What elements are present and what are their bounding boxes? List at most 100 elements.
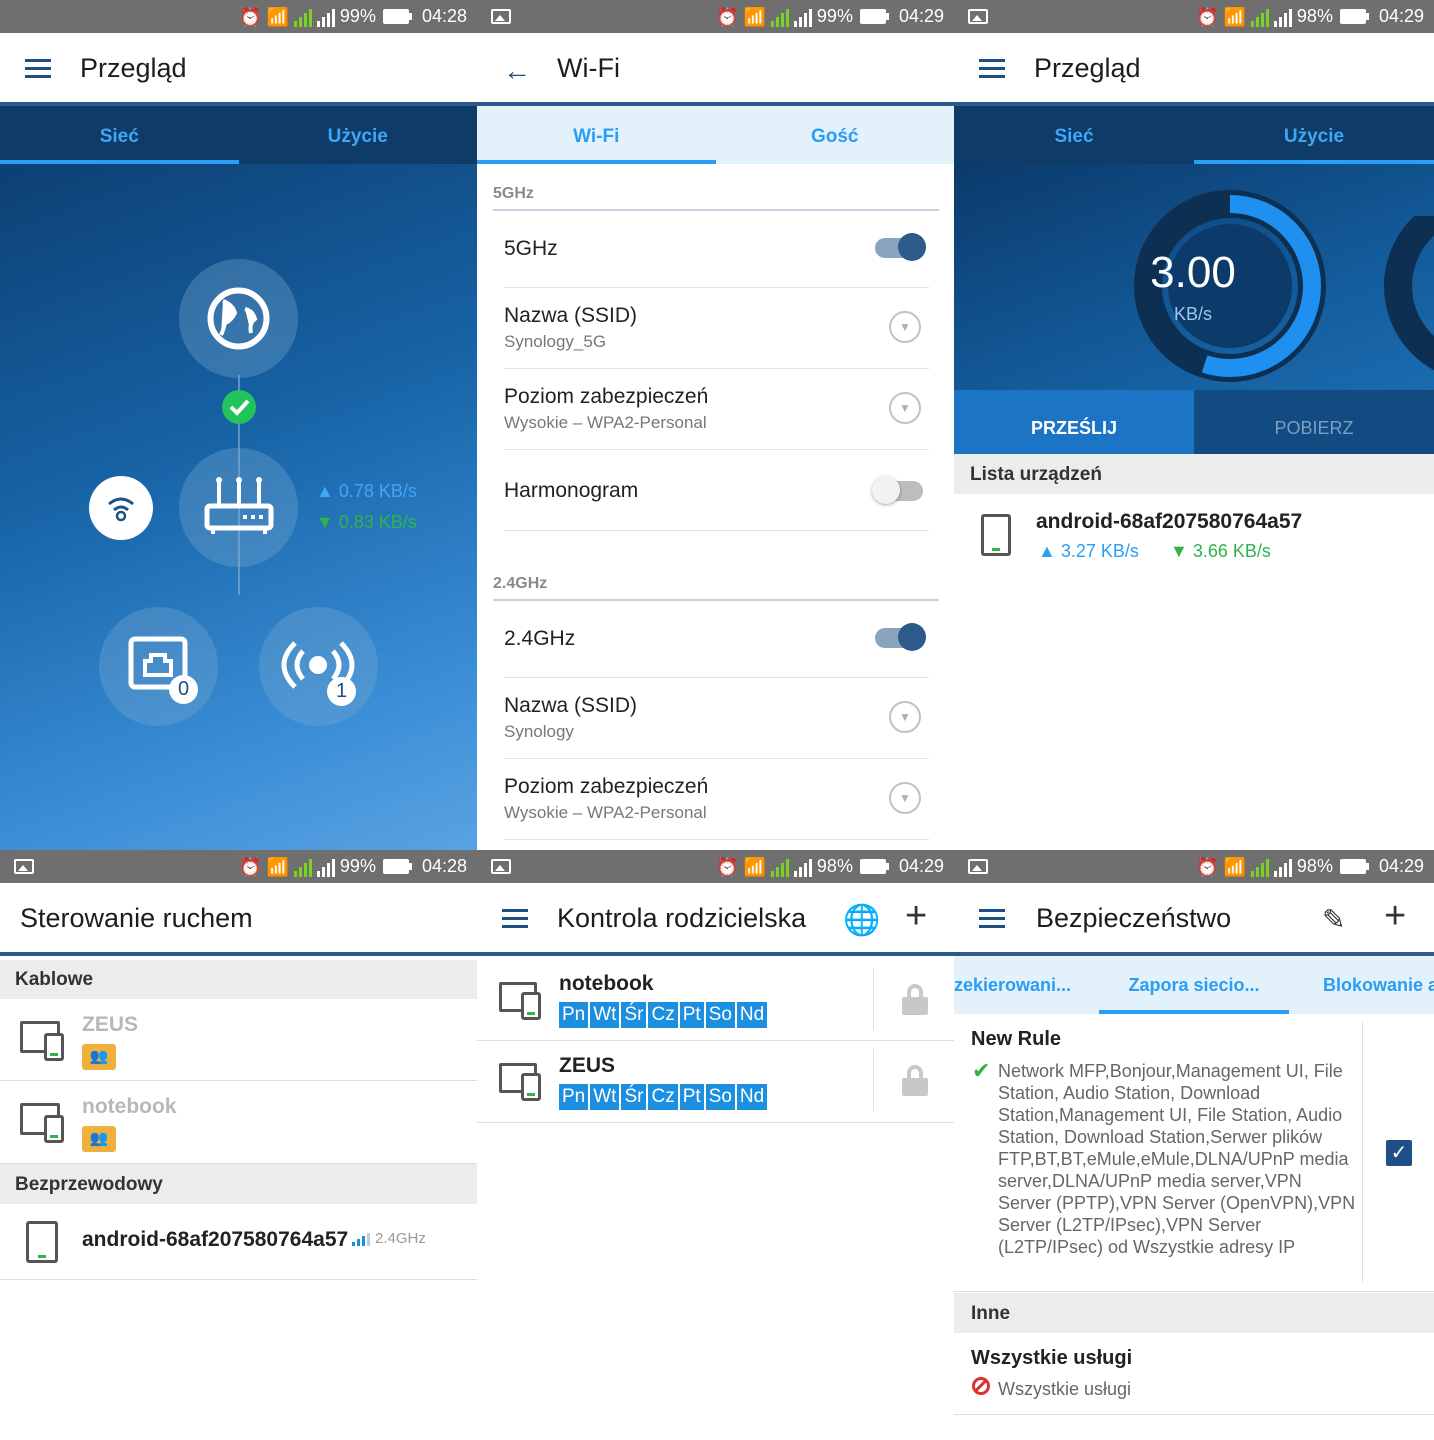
battery-icon	[1339, 859, 1369, 874]
sim2-signal-icon	[316, 857, 335, 877]
overview-network-screen: ⏰ 📶 99% 04:28 Przegląd Sieć Użycie ▲ 0.7…	[0, 0, 477, 850]
wifi-status-icon: 📶	[1223, 856, 1246, 877]
device-row[interactable]: ZEUS 👥	[0, 999, 477, 1081]
back-arrow-icon[interactable]: ←	[503, 55, 531, 87]
switch-schedule[interactable]	[872, 476, 923, 504]
schedule-days[interactable]: Pn Wt Śr Cz Pt So Nd	[559, 1002, 768, 1028]
upload-rate-value: 0.78 KB/s	[338, 481, 417, 501]
tab-download[interactable]: POBIERZ	[1194, 390, 1434, 454]
device-row[interactable]: notebook Pn Wt Śr Cz Pt So Nd	[477, 960, 954, 1041]
rule-enabled-checkbox[interactable]: ✓	[1386, 1140, 1412, 1166]
battery-percent: 99%	[339, 6, 376, 26]
rule-description: Network MFP,Bonjour,Management UI, File …	[998, 1061, 1356, 1257]
device-row[interactable]: ZEUS Pn Wt Śr Cz Pt So Nd	[477, 1041, 954, 1123]
second-gauge-partial	[1384, 216, 1434, 371]
add-icon[interactable]: +	[1384, 895, 1406, 938]
router-icon	[204, 477, 274, 534]
menu-icon[interactable]	[979, 59, 1005, 79]
router-upload-rate: ▲ 0.78 KB/s	[316, 481, 417, 502]
chevron-down-icon[interactable]: ▼	[889, 701, 921, 733]
all-services-row[interactable]: Wszystkie usługi Wszystkie usługi	[954, 1333, 1434, 1415]
chevron-down-icon[interactable]: ▼	[889, 311, 921, 343]
sim1-signal-icon	[1250, 7, 1269, 27]
internet-node[interactable]	[179, 259, 298, 378]
connected-check-icon	[222, 390, 256, 424]
sim1-signal-icon	[1250, 857, 1269, 877]
tab-bar: Sieć Użycie	[954, 106, 1434, 164]
parental-control-screen: ⏰ 📶 98% 04:29 Kontrola rodzicielska 🌐 + …	[477, 850, 954, 1440]
schedule-days[interactable]: Pn Wt Śr Cz Pt So Nd	[559, 1084, 768, 1110]
chevron-down-icon[interactable]: ▼	[889, 782, 921, 814]
rule-title: New Rule	[971, 1028, 1062, 1050]
device-name: notebook	[82, 1095, 177, 1118]
menu-icon[interactable]	[502, 909, 528, 929]
device-row[interactable]: notebook 👥	[0, 1081, 477, 1164]
tab-network[interactable]: Sieć	[954, 106, 1194, 164]
tab-port-forwarding[interactable]: zekierowani...	[954, 956, 1099, 1014]
day-badge: So	[705, 1002, 735, 1028]
battery-icon	[382, 859, 412, 874]
menu-icon[interactable]	[25, 59, 51, 79]
app-bar: Bezpieczeństwo ✎ +	[954, 883, 1434, 956]
tab-wifi[interactable]: Wi-Fi	[477, 106, 716, 164]
toggle-row-24ghz[interactable]: 2.4GHz	[504, 597, 929, 678]
lock-icon[interactable]	[902, 984, 928, 1015]
tab-network[interactable]: Sieć	[0, 106, 239, 164]
add-icon[interactable]: +	[905, 895, 927, 938]
lock-icon[interactable]	[902, 1065, 928, 1096]
row-value: Wysokie – WPA2-Personal	[504, 413, 707, 432]
all-services-desc: Wszystkie usługi	[998, 1379, 1132, 1399]
wifi-settings-button[interactable]	[89, 476, 153, 540]
row-label: Nazwa (SSID)	[504, 694, 638, 717]
ssid-row-24ghz[interactable]: Nazwa (SSID) Synology ▼	[504, 678, 929, 759]
tab-blocking[interactable]: Blokowanie a	[1289, 956, 1434, 1014]
page-title: Przegląd	[80, 53, 187, 83]
wired-count-badge: 0	[169, 675, 198, 704]
battery-percent: 98%	[816, 856, 853, 876]
router-download-rate: ▼ 0.83 KB/s	[316, 512, 417, 533]
status-bar: ⏰ 📶 98% 04:29	[477, 850, 954, 883]
globe-icon	[207, 287, 270, 350]
chevron-down-icon[interactable]: ▼	[889, 392, 921, 424]
overview-usage-screen: ⏰ 📶 98% 04:29 Przegląd Sieć Użycie 3.00 …	[954, 0, 1434, 850]
toggle-row-5ghz[interactable]: 5GHz	[504, 207, 929, 288]
switch-5ghz[interactable]	[875, 233, 926, 261]
ssid-row-5ghz[interactable]: Nazwa (SSID) Synology_5G ▼	[504, 288, 929, 369]
security-row-24ghz[interactable]: Poziom zabezpieczeń Wysokie – WPA2-Perso…	[504, 759, 929, 840]
upload-arrow-icon: ▲	[316, 481, 334, 501]
other-section-header: Inne	[954, 1293, 1434, 1333]
alarm-icon: ⏰	[716, 6, 739, 27]
band-label: 2.4GHz	[375, 1230, 426, 1247]
tab-firewall[interactable]: Zapora siecio...	[1099, 956, 1289, 1014]
broadcast-icon	[281, 641, 355, 689]
schedule-row[interactable]: Harmonogram	[504, 450, 929, 531]
row-value: Wysokie – WPA2-Personal	[504, 803, 707, 822]
wired-section-header: Kablowe	[0, 960, 477, 999]
tab-upload[interactable]: PRZEŚLIJ	[954, 390, 1194, 454]
status-bar: ⏰ 📶 98% 04:29	[954, 0, 1434, 33]
photo-notification-icon	[14, 859, 34, 874]
switch-24ghz[interactable]	[875, 623, 926, 651]
wifi-status-icon: 📶	[743, 6, 766, 27]
tab-usage[interactable]: Użycie	[1194, 106, 1434, 164]
wired-devices-node[interactable]: 0	[99, 607, 218, 726]
security-row-5ghz[interactable]: Poziom zabezpieczeń Wysokie – WPA2-Perso…	[504, 369, 929, 450]
device-download-value: 3.66 KB/s	[1192, 541, 1271, 561]
web-filter-icon[interactable]: 🌐	[843, 903, 880, 938]
tab-usage[interactable]: Użycie	[239, 106, 478, 164]
tab-guest[interactable]: Gość	[716, 106, 955, 164]
sim2-signal-icon	[793, 857, 812, 877]
wireless-devices-node[interactable]: 1	[259, 607, 378, 726]
day-badge: So	[705, 1084, 735, 1110]
menu-icon[interactable]	[979, 909, 1005, 929]
wireless-count-badge: 1	[327, 677, 356, 706]
edit-pencil-icon[interactable]: ✎	[1322, 903, 1345, 936]
signal-strength: 2.4GHz	[352, 1230, 426, 1247]
signal-bars-icon	[352, 1232, 370, 1246]
status-bar: ⏰ 📶 99% 04:28	[0, 850, 477, 883]
device-row[interactable]: android-68af207580764a57 ▲ 3.27 KB/s ▼ 3…	[954, 494, 1434, 580]
device-row[interactable]: android-68af207580764a57 2.4GHz	[0, 1204, 477, 1280]
router-node[interactable]	[179, 448, 298, 567]
battery-percent: 98%	[1296, 6, 1333, 26]
firewall-rule-row[interactable]: New Rule ✔ Network MFP,Bonjour,Managemen…	[954, 1022, 1434, 1292]
